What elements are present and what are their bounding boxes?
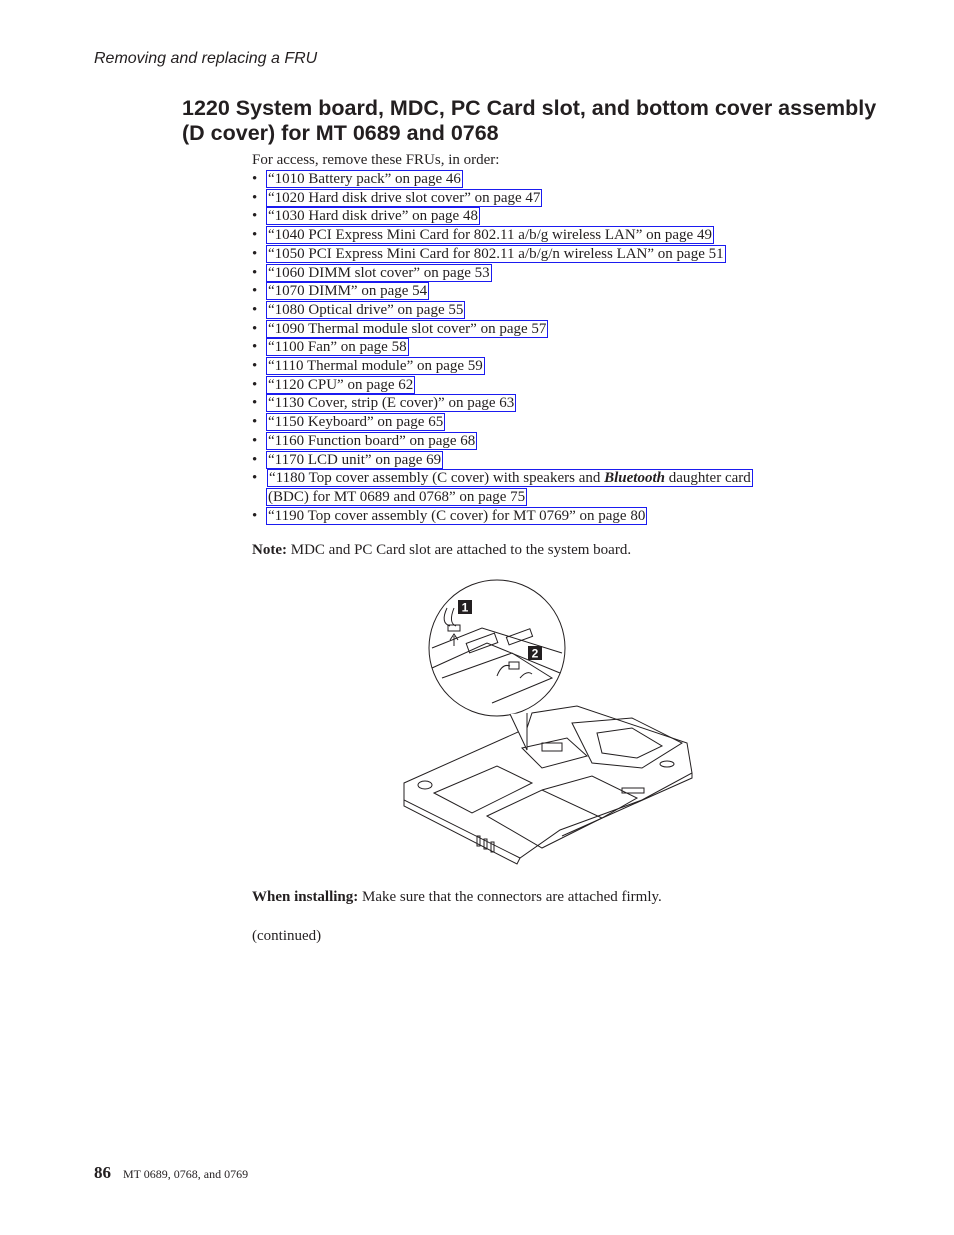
fru-link[interactable]: “1030 Hard disk drive” on page 48 xyxy=(266,207,480,226)
bullet: • xyxy=(252,208,258,225)
link-text: “1180 Top cover assembly (C cover) with … xyxy=(269,470,605,487)
bullet: • xyxy=(252,339,258,356)
bullet: • xyxy=(252,245,258,262)
fru-link[interactable]: “1040 PCI Express Mini Card for 802.11 a… xyxy=(266,226,714,245)
bullet: • xyxy=(252,432,258,449)
list-item: • “1130 Cover, strip (E cover)” on page 6… xyxy=(252,394,872,413)
note-label: Note: xyxy=(252,542,287,558)
bullet: • xyxy=(252,507,258,524)
bullet: • xyxy=(252,189,258,206)
section-title: 1220 System board, MDC, PC Card slot, an… xyxy=(182,96,877,145)
callout-1-label: 1 xyxy=(462,601,469,615)
list-item: • “1010 Battery pack” on page 46 xyxy=(252,170,872,189)
installing-text: Make sure that the connectors are attach… xyxy=(358,889,662,905)
fru-link-1190[interactable]: “1190 Top cover assembly (C cover) for M… xyxy=(265,506,648,525)
fru-link[interactable]: “1060 DIMM slot cover” on page 53 xyxy=(266,263,492,282)
bullet: • xyxy=(252,358,258,375)
laptop-bottom-illustration: 1 2 xyxy=(403,579,693,865)
fru-access-section: For access, remove these FRUs, in order:… xyxy=(252,151,872,525)
fru-link-1180[interactable]: “1180 Top cover assembly (C cover) with … xyxy=(265,469,753,506)
continued-label: (continued) xyxy=(252,928,322,944)
bullet: • xyxy=(252,376,258,393)
list-item: • “1180 Top cover assembly (C cover) wit… xyxy=(252,469,872,506)
fru-link[interactable]: “1090 Thermal module slot cover” on page… xyxy=(265,319,549,338)
bullet: • xyxy=(252,171,258,187)
bullet: • xyxy=(252,301,258,318)
fru-link[interactable]: “1110 Thermal module” on page 59 xyxy=(266,357,485,376)
fru-link[interactable]: “1130 Cover, strip (E cover)” on page 63 xyxy=(265,394,517,413)
installing-note: When installing: Make sure that the conn… xyxy=(252,889,662,906)
page-footer: 86 MT 0689, 0768, and 0769 xyxy=(94,1163,248,1183)
list-item: • “1050 PCI Express Mini Card for 802.11 … xyxy=(252,244,872,264)
note: Note: MDC and PC Card slot are attached … xyxy=(252,542,631,559)
footer-text: MT 0689, 0768, and 0769 xyxy=(123,1167,249,1181)
link-text: daughter card xyxy=(664,470,751,487)
bullet: • xyxy=(252,320,258,337)
installing-label: When installing: xyxy=(252,889,359,905)
fru-link[interactable]: “1120 CPU” on page 62 xyxy=(265,375,416,394)
bullet: • xyxy=(252,414,258,431)
access-intro: For access, remove these FRUs, in order: xyxy=(252,152,500,168)
system-board-removal-illustration: 1 2 xyxy=(392,578,698,866)
list-item: • “1090 Thermal module slot cover” on pag… xyxy=(252,319,872,339)
bullet: • xyxy=(252,283,258,300)
list-item: • “1150 Keyboard” on page 65 xyxy=(252,413,872,432)
list-item: • “1080 Optical drive” on page 55 xyxy=(252,300,872,320)
list-item: • “1110 Thermal module” on page 59 xyxy=(252,357,872,376)
bullet: • xyxy=(252,264,258,281)
list-item: • “1030 Hard disk drive” on page 48 xyxy=(252,207,872,226)
fru-link[interactable]: “1070 DIMM” on page 54 xyxy=(265,282,430,301)
list-item: • “1190 Top cover assembly (C cover) for… xyxy=(252,506,872,526)
bullet: • xyxy=(252,470,258,487)
list-item: • “1070 DIMM” on page 54 xyxy=(252,282,872,301)
fru-link[interactable]: “1020 Hard disk drive slot cover” on pag… xyxy=(265,188,543,207)
bullet: • xyxy=(252,451,258,468)
note-text: MDC and PC Card slot are attached to the… xyxy=(286,542,632,558)
bullet: • xyxy=(252,395,258,412)
list-item: • “1120 CPU” on page 62 xyxy=(252,375,872,395)
fru-link[interactable]: “1010 Battery pack” on page 46 xyxy=(266,170,463,188)
list-item: • “1160 Function board” on page 68 xyxy=(252,431,872,451)
fru-link[interactable]: “1050 PCI Express Mini Card for 802.11 a… xyxy=(266,244,726,263)
list-item: • “1060 DIMM slot cover” on page 53 xyxy=(252,263,872,283)
fru-link[interactable]: “1160 Function board” on page 68 xyxy=(265,431,478,450)
callout-1: 1 xyxy=(458,600,472,615)
fru-link[interactable]: “1150 Keyboard” on page 65 xyxy=(265,413,446,432)
callout-2-label: 2 xyxy=(532,647,539,661)
running-header: Removing and replacing a FRU xyxy=(94,50,318,67)
callout-2: 2 xyxy=(528,646,542,661)
bullet: • xyxy=(252,227,258,244)
fru-link[interactable]: “1170 LCD unit” on page 69 xyxy=(265,450,444,469)
list-item: • “1020 Hard disk drive slot cover” on pa… xyxy=(252,188,872,208)
list-item: • “1040 PCI Express Mini Card for 802.11 … xyxy=(252,226,872,245)
fru-link[interactable]: “1100 Fan” on page 58 xyxy=(266,338,409,357)
list-item: • “1100 Fan” on page 58 xyxy=(252,338,872,357)
link-text-italic: Bluetooth xyxy=(604,470,665,487)
fru-list: • “1010 Battery pack” on page 46 • “1020 Ha… xyxy=(252,170,872,525)
link-text: (BDC) for MT 0689 and 0768” on page 75 xyxy=(265,487,528,506)
page-number: 86 xyxy=(94,1163,111,1182)
fru-link[interactable]: “1080 Optical drive” on page 55 xyxy=(265,300,466,319)
list-item: • “1170 LCD unit” on page 69 xyxy=(252,450,872,470)
